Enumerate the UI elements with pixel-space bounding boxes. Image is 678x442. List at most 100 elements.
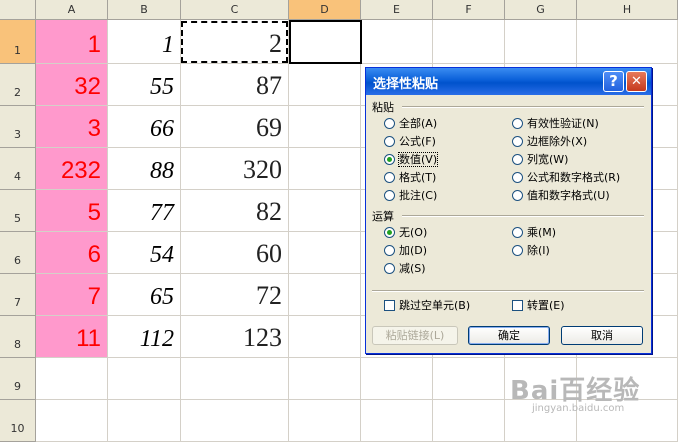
- cell-d8[interactable]: [289, 316, 361, 358]
- cell-a6[interactable]: 6: [36, 232, 108, 274]
- radio-button[interactable]: [384, 190, 395, 201]
- row-header-1[interactable]: 1: [0, 20, 36, 64]
- cell-b2[interactable]: 55: [108, 64, 181, 106]
- row-header-6[interactable]: 6: [0, 232, 36, 274]
- column-header-c[interactable]: C: [181, 0, 289, 20]
- radio-button[interactable]: [384, 172, 395, 183]
- column-header-g[interactable]: G: [505, 0, 577, 20]
- row-header-4[interactable]: 4: [0, 148, 36, 190]
- paste-option-radio[interactable]: 值和数字格式(U): [512, 187, 610, 203]
- cell-c8[interactable]: 123: [181, 316, 289, 358]
- cell-e1[interactable]: [361, 20, 433, 64]
- paste-link-button[interactable]: 粘贴链接(L): [372, 326, 458, 345]
- cell-d2[interactable]: [289, 64, 361, 106]
- cell-c4[interactable]: 320: [181, 148, 289, 190]
- cell-d5[interactable]: [289, 190, 361, 232]
- cell-h1[interactable]: [577, 20, 678, 64]
- cell-a1[interactable]: 1: [36, 20, 108, 64]
- close-button[interactable]: ✕: [626, 71, 647, 92]
- radio-button[interactable]: [512, 227, 523, 238]
- cell-a2[interactable]: 32: [36, 64, 108, 106]
- radio-button[interactable]: [512, 245, 523, 256]
- cell-c9[interactable]: [181, 358, 289, 400]
- cell-a4[interactable]: 232: [36, 148, 108, 190]
- radio-button[interactable]: [512, 136, 523, 147]
- column-header-e[interactable]: E: [361, 0, 433, 20]
- active-cell-d1[interactable]: [289, 20, 362, 64]
- checkbox-box[interactable]: [384, 300, 395, 311]
- cell-b3[interactable]: 66: [108, 106, 181, 148]
- transpose-checkbox[interactable]: 转置(E): [512, 297, 565, 313]
- cell-d6[interactable]: [289, 232, 361, 274]
- dialog-titlebar[interactable]: 选择性粘贴 ? ✕: [366, 68, 651, 95]
- radio-button[interactable]: [384, 154, 395, 165]
- paste-option-radio[interactable]: 公式(F): [384, 133, 436, 149]
- column-header-b[interactable]: B: [108, 0, 181, 20]
- cell-c3[interactable]: 69: [181, 106, 289, 148]
- cell-f9[interactable]: [433, 358, 505, 400]
- cell-c1[interactable]: 2: [181, 20, 289, 64]
- paste-option-radio[interactable]: 有效性验证(N): [512, 115, 599, 131]
- paste-option-radio[interactable]: 数值(V): [384, 151, 439, 167]
- cancel-button[interactable]: 取消: [561, 326, 643, 345]
- cell-d7[interactable]: [289, 274, 361, 316]
- row-header-7[interactable]: 7: [0, 274, 36, 316]
- row-header-9[interactable]: 9: [0, 358, 36, 400]
- cell-c5[interactable]: 82: [181, 190, 289, 232]
- column-header-h[interactable]: H: [577, 0, 678, 20]
- column-header-d[interactable]: D: [289, 0, 361, 20]
- row-header-5[interactable]: 5: [0, 190, 36, 232]
- paste-option-radio[interactable]: 列宽(W): [512, 151, 568, 167]
- cell-f1[interactable]: [433, 20, 505, 64]
- radio-button[interactable]: [384, 118, 395, 129]
- radio-button[interactable]: [512, 172, 523, 183]
- cell-d4[interactable]: [289, 148, 361, 190]
- radio-button[interactable]: [512, 190, 523, 201]
- cell-a8[interactable]: 11: [36, 316, 108, 358]
- cell-a5[interactable]: 5: [36, 190, 108, 232]
- paste-option-radio[interactable]: 全部(A): [384, 115, 437, 131]
- ok-button[interactable]: 确定: [468, 326, 550, 345]
- paste-option-radio[interactable]: 格式(T): [384, 169, 436, 185]
- cell-b8[interactable]: 112: [108, 316, 181, 358]
- operation-option-radio[interactable]: 除(I): [512, 242, 550, 258]
- column-header-a[interactable]: A: [36, 0, 108, 20]
- row-header-3[interactable]: 3: [0, 106, 36, 148]
- operation-option-radio[interactable]: 加(D): [384, 242, 427, 258]
- cell-b7[interactable]: 65: [108, 274, 181, 316]
- paste-option-radio[interactable]: 批注(C): [384, 187, 437, 203]
- radio-button[interactable]: [512, 154, 523, 165]
- radio-button[interactable]: [512, 118, 523, 129]
- row-header-8[interactable]: 8: [0, 316, 36, 358]
- operation-option-radio[interactable]: 无(O): [384, 224, 427, 240]
- radio-button[interactable]: [384, 227, 395, 238]
- cell-a3[interactable]: 3: [36, 106, 108, 148]
- row-header-2[interactable]: 2: [0, 64, 36, 106]
- cell-c6[interactable]: 60: [181, 232, 289, 274]
- cell-b6[interactable]: 54: [108, 232, 181, 274]
- cell-b9[interactable]: [108, 358, 181, 400]
- cell-a9[interactable]: [36, 358, 108, 400]
- radio-button[interactable]: [384, 263, 395, 274]
- skip-blanks-checkbox[interactable]: 跳过空单元(B): [384, 297, 470, 313]
- checkbox-box[interactable]: [512, 300, 523, 311]
- cell-b1[interactable]: 1: [108, 20, 181, 64]
- cell-b4[interactable]: 88: [108, 148, 181, 190]
- paste-option-radio[interactable]: 边框除外(X): [512, 133, 587, 149]
- operation-option-radio[interactable]: 减(S): [384, 260, 426, 276]
- paste-option-radio[interactable]: 公式和数字格式(R): [512, 169, 620, 185]
- column-header-f[interactable]: F: [433, 0, 505, 20]
- help-button[interactable]: ?: [603, 71, 624, 92]
- cell-d9[interactable]: [289, 358, 361, 400]
- cell-g1[interactable]: [505, 20, 577, 64]
- cell-c2[interactable]: 87: [181, 64, 289, 106]
- select-all-corner[interactable]: [0, 0, 36, 20]
- radio-button[interactable]: [384, 136, 395, 147]
- cell-d3[interactable]: [289, 106, 361, 148]
- cell-b5[interactable]: 77: [108, 190, 181, 232]
- cell-e9[interactable]: [361, 358, 433, 400]
- cell-a7[interactable]: 7: [36, 274, 108, 316]
- operation-option-radio[interactable]: 乘(M): [512, 224, 556, 240]
- cell-c7[interactable]: 72: [181, 274, 289, 316]
- radio-button[interactable]: [384, 245, 395, 256]
